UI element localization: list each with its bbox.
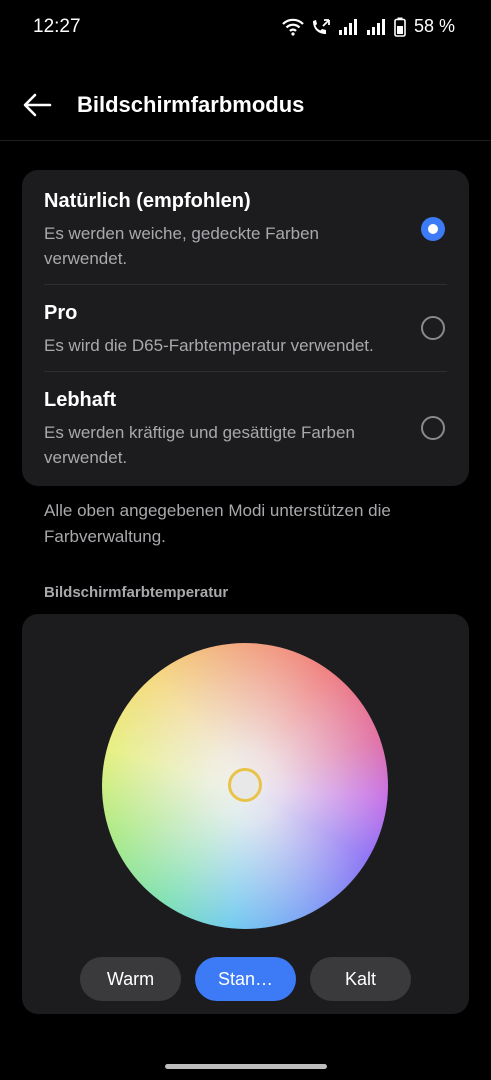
mode-description: Es werden kräftige und gesättigte Farben… [44, 423, 355, 467]
gesture-navigation-bar[interactable] [165, 1064, 327, 1069]
section-header-color-temperature: Bildschirmfarbtemperatur [44, 584, 229, 601]
mode-description: Es wird die D65-Farbtemperatur verwendet… [44, 336, 374, 355]
signal-icon [338, 18, 357, 35]
warm-button[interactable]: Warm [80, 957, 181, 1001]
wifi-icon [282, 18, 304, 36]
standard-button[interactable]: Stan… [195, 957, 296, 1001]
radio-vivid[interactable] [421, 416, 445, 440]
cold-button[interactable]: Kalt [310, 957, 411, 1001]
status-time: 12:27 [33, 16, 81, 37]
radio-pro[interactable] [421, 316, 445, 340]
status-icons: 58 % [282, 16, 455, 37]
page-title: Bildschirmfarbmodus [77, 92, 305, 117]
mode-option-vivid[interactable]: Lebhaft Es werden kräftige und gesättigt… [22, 372, 469, 486]
battery-icon [394, 17, 406, 37]
color-wheel-handle[interactable] [228, 768, 262, 802]
color-management-note: Alle oben angegebenen Modi unterstützen … [44, 501, 391, 546]
mode-title: Natürlich (empfohlen) [44, 190, 251, 212]
arrow-left-icon[interactable] [20, 90, 56, 120]
mode-option-pro[interactable]: Pro Es wird die D65-Farbtemperatur verwe… [22, 285, 469, 371]
battery-percentage: 58 % [413, 16, 455, 36]
color-wheel[interactable] [102, 643, 388, 929]
screen: 12:27 58 % Bildschirmfarbmodus Natürlich… [0, 0, 491, 1080]
mode-description: Es werden weiche, gedeckte Farben verwen… [44, 224, 319, 268]
signal-icon [366, 18, 385, 35]
color-mode-card: Natürlich (empfohlen) Es werden weiche, … [22, 170, 469, 486]
radio-natural[interactable] [421, 217, 445, 241]
status-bar: 12:27 58 % [0, 0, 491, 56]
color-temperature-card: Warm Stan… Kalt [22, 614, 469, 1014]
mode-title: Lebhaft [44, 389, 117, 411]
app-bar: Bildschirmfarbmodus [0, 70, 491, 141]
mode-title: Pro [44, 302, 78, 324]
mode-option-natural[interactable]: Natürlich (empfohlen) Es werden weiche, … [22, 170, 469, 284]
call-icon [312, 18, 330, 34]
